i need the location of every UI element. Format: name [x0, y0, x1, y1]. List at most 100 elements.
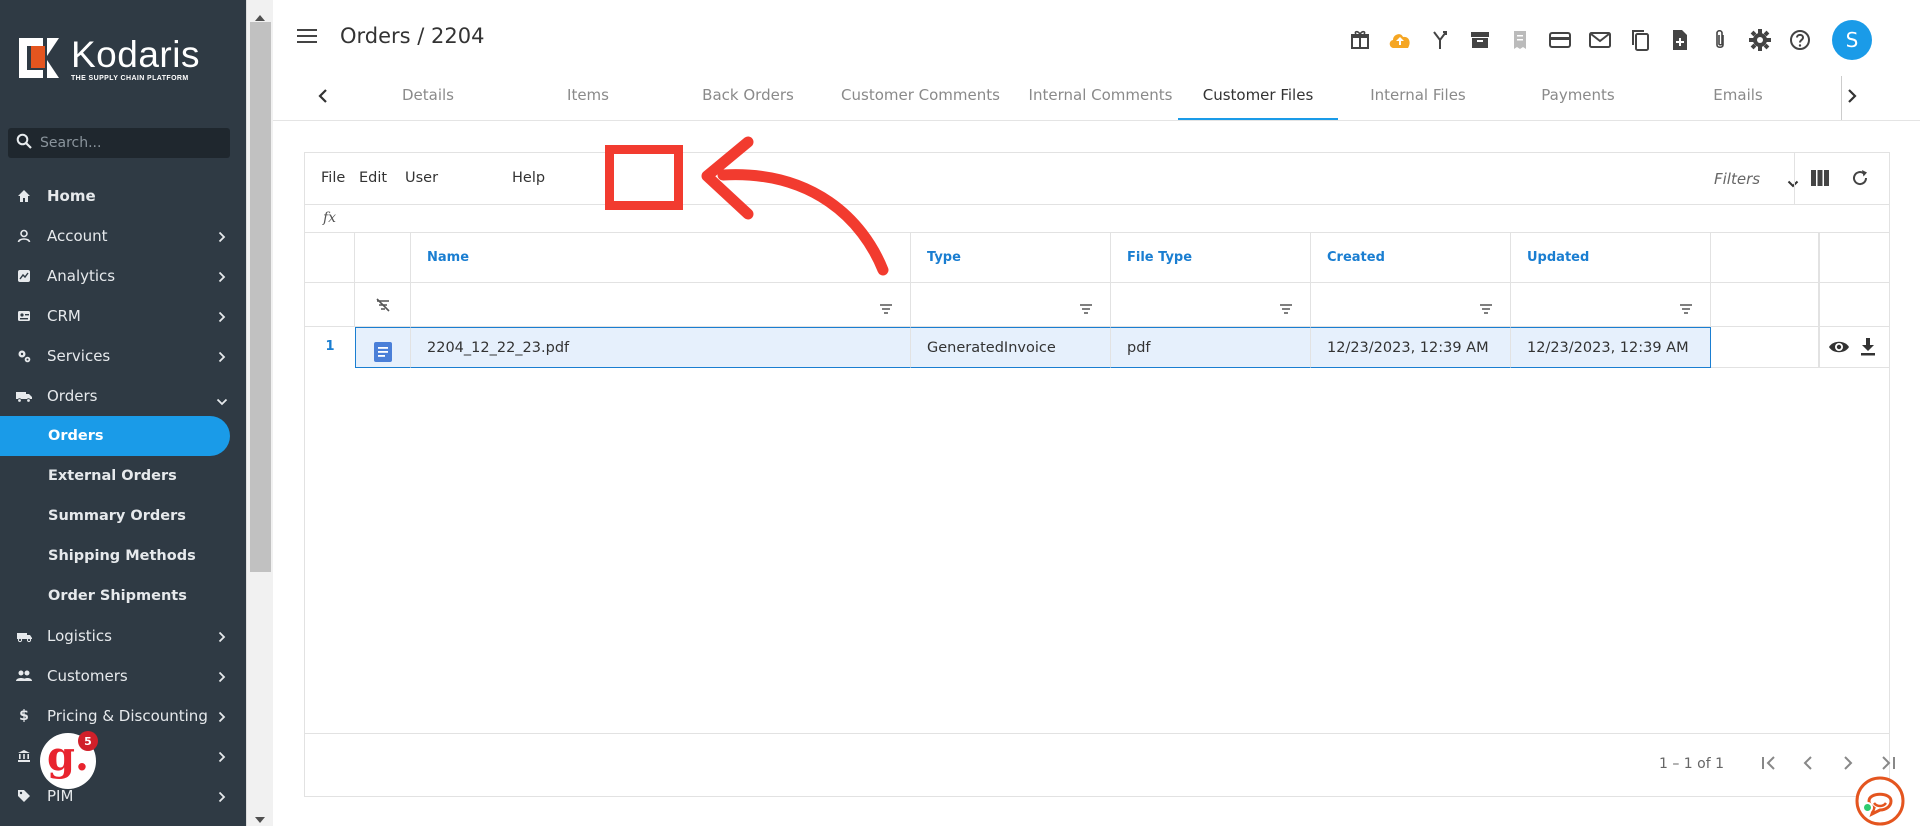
- tab-scroll-right-icon[interactable]: [1847, 88, 1857, 108]
- clear-filters-cell[interactable]: [355, 283, 411, 327]
- filter-cell-file-type[interactable]: [1111, 283, 1311, 327]
- filter-cell-type[interactable]: [911, 283, 1111, 327]
- merge-icon[interactable]: [1420, 22, 1460, 58]
- tab-scroll-left-icon[interactable]: [318, 88, 328, 108]
- menu-user[interactable]: User: [405, 170, 438, 186]
- sidebar-item-services[interactable]: Services: [0, 336, 246, 376]
- hamburger-menu-icon[interactable]: [297, 28, 317, 48]
- sidebar-subitem-orders[interactable]: Orders: [0, 416, 230, 456]
- filter-cell-created[interactable]: [1311, 283, 1511, 327]
- sidebar-item-label: Pricing & Discounting: [47, 707, 208, 725]
- sidebar-item-crm[interactable]: CRM: [0, 296, 246, 336]
- tab-payments[interactable]: Payments: [1498, 76, 1658, 120]
- tab-bar: Details Items Back Orders Customer Comme…: [273, 76, 1920, 121]
- chevron-down-icon[interactable]: [1787, 173, 1799, 192]
- search-input[interactable]: [40, 135, 210, 151]
- highlight-box: [605, 145, 683, 210]
- attachment-icon[interactable]: [1700, 22, 1740, 58]
- menu-help[interactable]: Help: [512, 170, 545, 186]
- previous-page-icon[interactable]: [1802, 755, 1814, 775]
- row-number[interactable]: 1: [305, 327, 355, 368]
- cell-file-type[interactable]: pdf: [1111, 327, 1311, 368]
- filter-icon[interactable]: [880, 299, 892, 318]
- sidebar-item-orders[interactable]: Orders: [0, 376, 246, 416]
- filter-icon[interactable]: [1680, 299, 1692, 318]
- scrollbar-thumb[interactable]: [250, 22, 271, 572]
- cloud-upload-icon[interactable]: [1380, 22, 1420, 58]
- filter-icon[interactable]: [1280, 299, 1292, 318]
- menu-file[interactable]: File: [321, 170, 345, 186]
- tab-back-orders[interactable]: Back Orders: [668, 76, 828, 120]
- logo[interactable]: Kodaris THE SUPPLY CHAIN PLATFORM: [17, 36, 200, 82]
- sidebar-item-pricing[interactable]: $ Pricing & Discounting: [0, 696, 246, 736]
- sidebar-item-pim[interactable]: PIM: [0, 776, 246, 816]
- gift-icon[interactable]: [1340, 22, 1380, 58]
- help-icon[interactable]: [1780, 22, 1820, 58]
- filter-icon[interactable]: [1080, 299, 1092, 318]
- sidebar-search[interactable]: [8, 128, 230, 158]
- guide-widget-button[interactable]: g. 5: [40, 731, 98, 789]
- sidebar-item-label: CRM: [47, 307, 81, 325]
- credit-card-icon[interactable]: [1540, 22, 1580, 58]
- page-title: Orders / 2204: [340, 24, 485, 48]
- actions-filter-cell: [1819, 283, 1889, 327]
- cell-created[interactable]: 12/23/2023, 12:39 AM: [1311, 327, 1511, 368]
- tab-details[interactable]: Details: [348, 76, 508, 120]
- formula-bar[interactable]: fx: [305, 205, 1889, 233]
- pagination-range: 1 – 1 of 1: [1659, 756, 1725, 772]
- filter-icon[interactable]: [1480, 299, 1492, 318]
- tab-internal-files[interactable]: Internal Files: [1338, 76, 1498, 120]
- tab-customer-comments[interactable]: Customer Comments: [828, 76, 1013, 120]
- chat-widget-button[interactable]: [1855, 776, 1905, 826]
- copy-icon[interactable]: [1620, 22, 1660, 58]
- sidebar-subitem-order-shipments[interactable]: Order Shipments: [0, 576, 246, 616]
- first-page-icon[interactable]: [1761, 755, 1777, 775]
- filter-cell-updated[interactable]: [1511, 283, 1711, 327]
- file-icon-cell[interactable]: [355, 327, 411, 368]
- search-icon: [16, 133, 32, 153]
- cell-name[interactable]: 2204_12_22_23.pdf: [411, 327, 911, 368]
- sidebar-item-account[interactable]: Account: [0, 216, 246, 256]
- column-header-created[interactable]: Created: [1311, 233, 1511, 283]
- tab-internal-comments[interactable]: Internal Comments: [1013, 76, 1188, 120]
- sidebar-subitem-summary-orders[interactable]: Summary Orders: [0, 496, 246, 536]
- column-header-type[interactable]: Type: [911, 233, 1111, 283]
- sidebar-item-label: Customers: [47, 667, 128, 685]
- last-page-icon[interactable]: [1880, 755, 1896, 775]
- cell-type[interactable]: GeneratedInvoice: [911, 327, 1111, 368]
- next-page-icon[interactable]: [1842, 755, 1854, 775]
- receipt-icon[interactable]: [1500, 22, 1540, 58]
- refresh-icon[interactable]: [1851, 169, 1869, 191]
- analytics-icon: [16, 268, 32, 284]
- clear-filter-icon[interactable]: [375, 297, 391, 316]
- sidebar-subitem-shipping-methods[interactable]: Shipping Methods: [0, 536, 246, 576]
- columns-icon[interactable]: [1811, 170, 1829, 190]
- scroll-down-arrow-icon[interactable]: [255, 808, 265, 827]
- sidebar-item-analytics[interactable]: Analytics: [0, 256, 246, 296]
- archive-icon[interactable]: [1460, 22, 1500, 58]
- sidebar-item-label: Account: [47, 227, 108, 245]
- tab-emails[interactable]: Emails: [1658, 76, 1818, 120]
- tab-items[interactable]: Items: [508, 76, 668, 120]
- sidebar-item-customers[interactable]: Customers: [0, 656, 246, 696]
- view-eye-icon[interactable]: [1828, 339, 1850, 359]
- sidebar-item-banking[interactable]: [0, 736, 246, 776]
- column-header-file-type[interactable]: File Type: [1111, 233, 1311, 283]
- settings-icon[interactable]: [1740, 22, 1780, 58]
- download-icon[interactable]: [1860, 337, 1876, 361]
- column-header-updated[interactable]: Updated: [1511, 233, 1711, 283]
- chevron-right-icon: [218, 269, 226, 287]
- chevron-right-icon: [218, 629, 226, 647]
- empty-column-header: [1711, 233, 1819, 283]
- sidebar-item-home[interactable]: Home: [0, 176, 246, 216]
- filters-dropdown[interactable]: Filters: [1714, 170, 1760, 188]
- tab-customer-files[interactable]: Customer Files: [1178, 76, 1338, 120]
- sidebar-subitem-external-orders[interactable]: External Orders: [0, 456, 246, 496]
- user-avatar[interactable]: S: [1832, 20, 1872, 60]
- cell-updated[interactable]: 12/23/2023, 12:39 AM: [1511, 327, 1711, 368]
- menu-edit[interactable]: Edit: [359, 170, 387, 186]
- mail-icon[interactable]: [1580, 22, 1620, 58]
- sidebar-scrollbar[interactable]: [246, 0, 273, 826]
- add-file-icon[interactable]: [1660, 22, 1700, 58]
- sidebar-item-logistics[interactable]: Logistics: [0, 616, 246, 656]
